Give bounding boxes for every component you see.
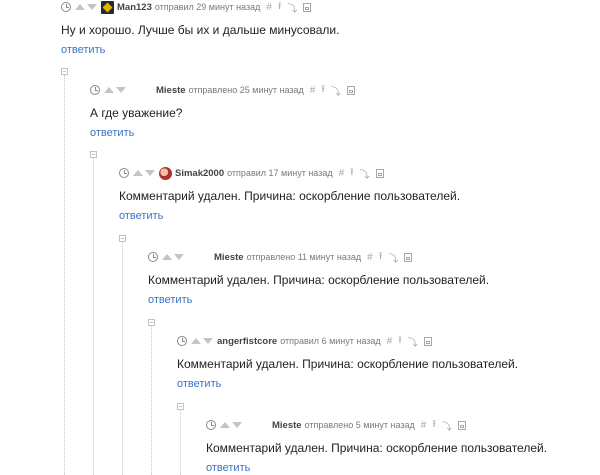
parent-link-icon[interactable]: ⭱ — [432, 417, 436, 434]
thread-line — [122, 242, 123, 475]
comment-text: Комментарий удален. Причина: оскорбление… — [177, 357, 519, 371]
reply-link[interactable]: ответить — [61, 44, 105, 56]
comment-meta: Mieste отправлено 25 минут назад # ⭱ ⤵ — [90, 82, 355, 99]
upvote-icon[interactable] — [133, 170, 143, 176]
permalink-icon[interactable]: # — [367, 252, 373, 263]
downvote-icon[interactable] — [116, 87, 126, 93]
comment-author[interactable]: Mieste — [214, 252, 244, 263]
comment-text: Ну и хорошо. Лучше бы их и дальше минусо… — [61, 23, 340, 37]
branch-icon[interactable]: ⤵ — [388, 250, 398, 265]
collapse-toggle[interactable] — [61, 68, 68, 75]
save-icon[interactable] — [375, 168, 384, 178]
comment-action: отправлено — [188, 85, 238, 95]
comment-meta: angerfistcore отправил 6 минут назад # ⭱… — [177, 333, 432, 350]
comment-time[interactable]: 25 минут назад — [240, 85, 304, 95]
reply-link[interactable]: ответить — [177, 378, 221, 390]
comment-time[interactable]: 17 минут назад — [269, 168, 333, 178]
collapse-toggle[interactable] — [148, 319, 155, 326]
comment-time[interactable]: 29 минут назад — [196, 2, 260, 12]
comment-author[interactable]: Mieste — [272, 420, 302, 431]
parent-link-icon[interactable]: ⭱ — [278, 0, 282, 16]
clock-icon — [61, 2, 71, 12]
downvote-icon[interactable] — [174, 254, 184, 260]
user-avatar[interactable] — [159, 166, 172, 180]
save-icon[interactable] — [423, 336, 432, 346]
comment-action: отправил — [154, 2, 194, 12]
branch-icon[interactable]: ⤵ — [442, 418, 452, 433]
upvote-icon[interactable] — [104, 87, 114, 93]
clock-icon — [177, 336, 187, 346]
branch-icon[interactable]: ⤵ — [408, 334, 418, 349]
clock-icon — [148, 252, 158, 262]
comment-meta: Mieste отправлено 11 минут назад # ⭱ ⤵ — [148, 249, 413, 266]
downvote-icon[interactable] — [232, 422, 242, 428]
thread-line — [180, 410, 181, 475]
downvote-icon[interactable] — [87, 4, 97, 10]
reply-link[interactable]: ответить — [148, 294, 192, 306]
permalink-icon[interactable]: # — [421, 420, 427, 431]
collapse-toggle[interactable] — [90, 151, 97, 158]
permalink-icon[interactable]: # — [266, 2, 272, 13]
thread-line — [151, 326, 152, 475]
permalink-icon[interactable]: # — [387, 336, 393, 347]
upvote-icon[interactable] — [220, 422, 230, 428]
save-icon[interactable] — [457, 420, 466, 430]
comment-author[interactable]: Simak2000 — [175, 168, 224, 179]
comment-time[interactable]: 11 минут назад — [298, 252, 361, 262]
reply-link[interactable]: ответить — [119, 210, 163, 222]
permalink-icon[interactable]: # — [339, 168, 345, 179]
parent-link-icon[interactable]: ⭱ — [379, 249, 383, 266]
branch-icon[interactable]: ⤵ — [331, 83, 341, 98]
upvote-icon[interactable] — [191, 338, 201, 344]
comment-text: Комментарий удален. Причина: оскорбление… — [119, 189, 461, 203]
thread-line — [64, 75, 65, 475]
comment-action: отправил — [280, 336, 320, 346]
save-icon[interactable] — [303, 2, 312, 12]
comment-author[interactable]: angerfistcore — [217, 336, 277, 347]
comment-time[interactable]: 5 минут назад — [356, 420, 415, 430]
comment-author[interactable]: Mieste — [156, 85, 186, 96]
parent-link-icon[interactable]: ⭱ — [350, 165, 354, 182]
comment-action: отправлено — [246, 252, 296, 262]
comment-text: Комментарий удален. Причина: оскорбление… — [206, 441, 548, 455]
collapse-toggle[interactable] — [177, 403, 184, 410]
downvote-icon[interactable] — [203, 338, 213, 344]
comment-text: А где уважение? — [90, 106, 183, 120]
branch-icon[interactable]: ⤵ — [360, 166, 370, 181]
comment-action: отправил — [227, 168, 266, 178]
upvote-icon[interactable] — [75, 4, 85, 10]
upvote-icon[interactable] — [162, 254, 172, 260]
collapse-toggle[interactable] — [119, 235, 126, 242]
reply-link[interactable]: ответить — [206, 462, 250, 474]
comment-meta: Mieste отправлено 5 минут назад # ⭱ ⤵ — [206, 417, 466, 434]
save-icon[interactable] — [346, 85, 355, 95]
permalink-icon[interactable]: # — [310, 85, 316, 96]
save-icon[interactable] — [404, 252, 413, 262]
clock-icon — [119, 168, 129, 178]
downvote-icon[interactable] — [145, 170, 155, 176]
clock-icon — [206, 420, 216, 430]
comment-time[interactable]: 6 минут назад — [322, 336, 381, 346]
parent-link-icon[interactable]: ⭱ — [321, 82, 325, 99]
comment-meta: Simak2000 отправил 17 минут назад # ⭱ ⤵ — [119, 165, 384, 182]
comment-text: Комментарий удален. Причина: оскорбление… — [148, 273, 490, 287]
clock-icon — [90, 85, 100, 95]
user-avatar[interactable] — [101, 0, 114, 14]
thread-line — [93, 158, 94, 475]
comment-action: отправлено — [304, 420, 354, 430]
branch-icon[interactable]: ⤵ — [287, 0, 297, 15]
comment-meta: Man123 отправил 29 минут назад # ⭱ ⤵ — [61, 0, 312, 16]
comment-author[interactable]: Man123 — [117, 2, 152, 13]
reply-link[interactable]: ответить — [90, 127, 134, 139]
parent-link-icon[interactable]: ⭱ — [398, 333, 402, 350]
